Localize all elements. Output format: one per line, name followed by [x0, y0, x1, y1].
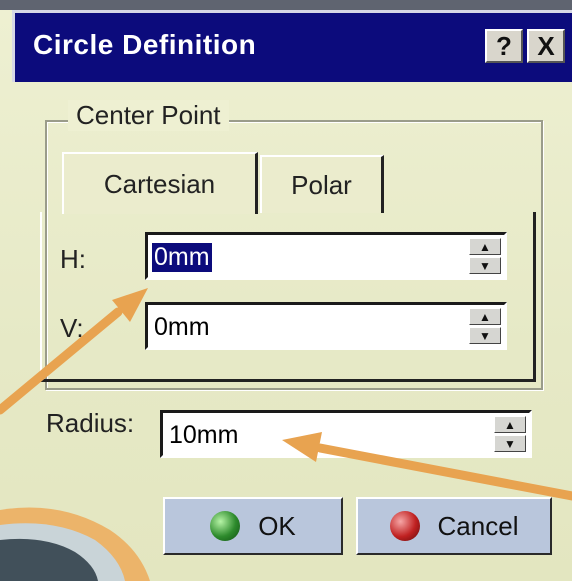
question-mark-icon: ? [496, 30, 512, 61]
close-icon: X [537, 30, 555, 61]
h-up-arrow-icon[interactable]: ▲ [469, 238, 501, 255]
radius-label: Radius: [46, 408, 135, 438]
radius-input[interactable]: 10mm [167, 421, 240, 450]
h-input[interactable]: 0mm [152, 243, 212, 272]
close-button[interactable]: X [527, 29, 565, 63]
red-ball-icon [389, 511, 420, 541]
tab-polar-label: Polar [291, 169, 352, 200]
h-label: H: [60, 244, 86, 274]
ok-label: OK [258, 510, 296, 541]
v-input[interactable]: 0mm [152, 313, 212, 342]
ok-button[interactable]: OK [163, 497, 343, 555]
title-bar: Circle Definition ? X [12, 10, 572, 82]
h-spin-buttons[interactable]: ▲ ▼ [469, 238, 501, 274]
radius-up-arrow-icon[interactable]: ▲ [494, 416, 526, 433]
h-down-arrow-icon[interactable]: ▼ [469, 257, 501, 274]
v-spin-buttons[interactable]: ▲ ▼ [469, 308, 501, 344]
radius-spinner[interactable]: 10mm ▲ ▼ [160, 410, 532, 458]
tab-cartesian-label: Cartesian [103, 168, 216, 199]
dialog-title: Circle Definition [33, 29, 257, 60]
cancel-label: Cancel [437, 510, 519, 541]
background-shape [0, 480, 160, 581]
tab-cartesian[interactable]: Cartesian [62, 152, 258, 214]
help-button[interactable]: ? [485, 29, 523, 63]
v-up-arrow-icon[interactable]: ▲ [469, 308, 501, 325]
green-ball-icon [210, 511, 241, 541]
circle-definition-dialog: Circle Definition ? X Center Point Carte… [0, 0, 572, 581]
radius-down-arrow-icon[interactable]: ▼ [494, 435, 526, 452]
v-label: V: [60, 313, 84, 343]
top-edge [0, 0, 572, 10]
v-down-arrow-icon[interactable]: ▼ [469, 327, 501, 344]
v-spinner[interactable]: 0mm ▲ ▼ [145, 302, 507, 350]
tab-polar[interactable]: Polar [260, 155, 384, 213]
cancel-button[interactable]: Cancel [356, 497, 552, 555]
h-spinner[interactable]: 0mm ▲ ▼ [145, 232, 507, 280]
center-point-label: Center Point [68, 100, 229, 131]
radius-spin-buttons[interactable]: ▲ ▼ [494, 416, 526, 452]
